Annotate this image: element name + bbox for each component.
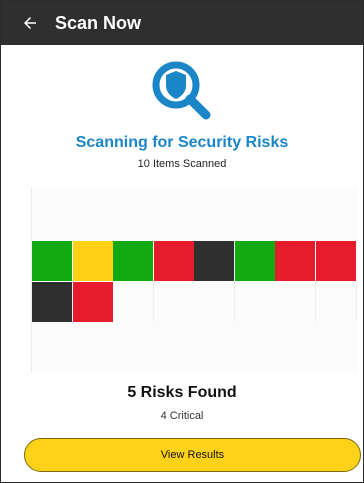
security-scan-icon [150, 59, 214, 123]
scan-item-red [315, 241, 356, 281]
scan-item-empty [194, 282, 235, 322]
back-arrow-icon[interactable] [15, 8, 45, 38]
scan-item-empty [113, 282, 154, 322]
scan-title: Scanning for Security Risks [75, 134, 289, 151]
scan-item-green [113, 241, 153, 281]
scan-item-red [275, 241, 315, 281]
scan-item-green [32, 241, 72, 281]
app-screen: Scan Now Scanning for Security Risks 10 … [0, 0, 364, 483]
critical-count: 4 Critical [160, 410, 204, 422]
view-results-button[interactable]: View Results [24, 438, 361, 472]
risks-found-count: 5 Risks Found [127, 384, 237, 401]
scan-item-red [72, 282, 113, 322]
scan-item-red [153, 241, 194, 281]
page-title: Scan Now [55, 12, 142, 33]
app-bar: Scan Now [1, 1, 363, 45]
scan-item-empty [234, 282, 276, 322]
results-summary: 5 Risks Found 4 Critical [1, 384, 363, 422]
scan-grid-panel [31, 187, 358, 373]
scan-item-empty [315, 282, 357, 322]
scan-item-empty [153, 282, 195, 322]
items-scanned-count: 10 Items Scanned [137, 158, 227, 170]
scan-status: Scanning for Security Risks 10 Items Sca… [1, 45, 363, 170]
scan-item-empty [275, 282, 316, 322]
scan-item-black [32, 282, 72, 322]
scan-item-yellow [72, 241, 113, 281]
scan-item-black [194, 241, 234, 281]
scan-item-green [234, 241, 275, 281]
